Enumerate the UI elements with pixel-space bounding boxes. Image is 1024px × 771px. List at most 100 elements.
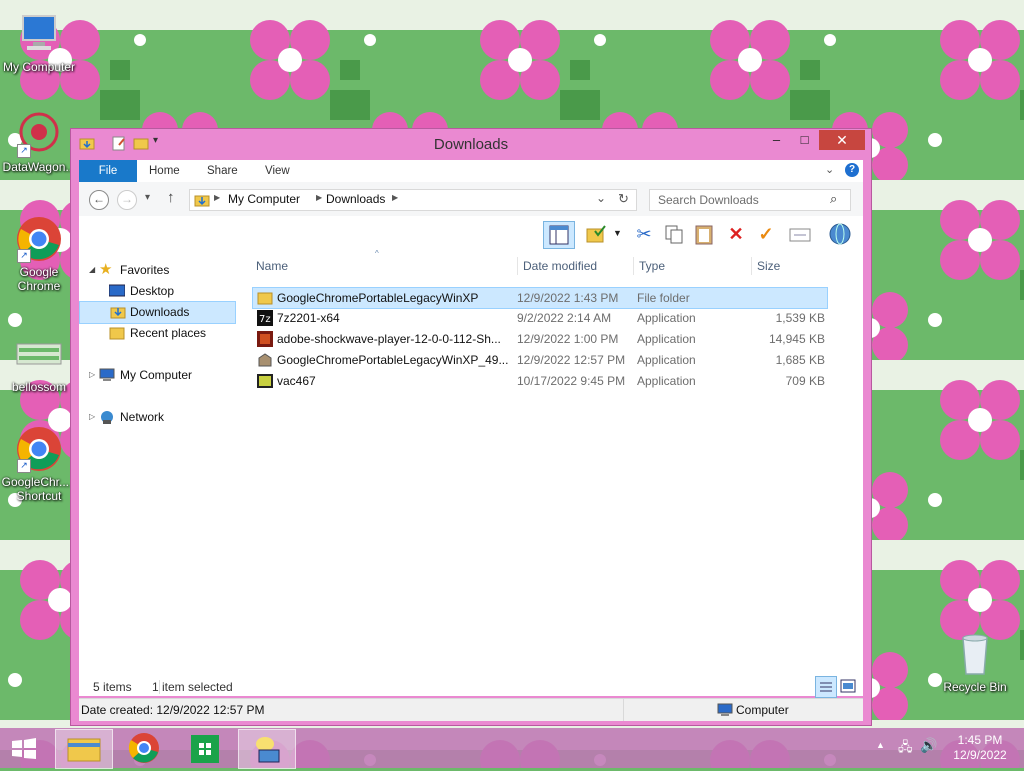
taskbar-store[interactable] (177, 729, 233, 767)
app-icon (256, 737, 280, 763)
breadcrumb-downloads[interactable]: Downloads (326, 192, 385, 206)
details-view-icon[interactable] (815, 676, 837, 698)
svg-text:7z: 7z (259, 314, 271, 325)
desktop-icon-my-computer[interactable]: My Computer (0, 10, 78, 74)
vac-application-icon (257, 373, 273, 389)
recent-places-icon (109, 326, 125, 340)
nav-favorites[interactable]: ★ Favorites (99, 260, 169, 281)
forward-button[interactable]: → (117, 190, 137, 210)
tab-home[interactable]: Home (135, 160, 194, 182)
expand-arrow-icon[interactable]: ▷ (89, 412, 95, 421)
large-icons-view-icon[interactable] (839, 677, 857, 695)
close-button[interactable]: ✕ (819, 130, 865, 150)
cut-icon[interactable]: ✂ (631, 221, 657, 247)
nav-downloads[interactable]: Downloads (79, 301, 236, 324)
breadcrumb-my-computer[interactable]: My Computer (228, 192, 300, 206)
file-type: Application (637, 374, 696, 388)
minimize-button[interactable]: – (763, 130, 790, 150)
recycle-bin-icon (951, 630, 999, 678)
select-checkmark-icon[interactable]: ✓ (753, 221, 779, 247)
chevron-right-icon: ▶ (316, 193, 323, 202)
paste-icon[interactable] (691, 221, 717, 247)
shortcut-arrow-icon: ↗ (17, 144, 31, 158)
search-placeholder: Search Downloads (658, 193, 759, 207)
table-row[interactable]: adobe-shockwave-player-12-0-0-112-Sh... … (253, 329, 827, 349)
expand-ribbon-icon[interactable]: ⌄ (825, 163, 834, 176)
ribbon-tabs: File Home Share View ⌄ ? (79, 160, 863, 182)
address-bar[interactable]: ▶ My Computer ▶ Downloads ▶ ⌄ ↻ (189, 189, 637, 211)
system-clock[interactable]: 1:45 PM 12/9/2022 (940, 733, 1020, 763)
file-date: 12/9/2022 12:57 PM (517, 353, 626, 367)
desktop-icon-recycle-bin[interactable]: Recycle Bin (936, 630, 1014, 694)
taskbar-app[interactable] (238, 729, 296, 769)
desktop-icon-googlechrome-shortcut[interactable]: ↗ GoogleChr... - Shortcut (0, 425, 78, 503)
address-dropdown-icon[interactable]: ⌄ (596, 191, 606, 205)
desktop-icon-bellossom[interactable]: bellossom (0, 330, 78, 394)
search-input[interactable]: Search Downloads ⌕ (649, 189, 851, 211)
collapse-arrow-icon[interactable]: ◢ (89, 265, 95, 274)
back-button[interactable]: ← (89, 190, 109, 210)
nav-network[interactable]: Network (99, 407, 164, 428)
datawagon-icon: ↗ (15, 110, 63, 158)
details-divider (623, 699, 624, 721)
navigation-pane: ◢ ★ Favorites Desktop Downloads Recent p… (79, 252, 237, 670)
up-arrow-icon[interactable]: ↑ (167, 189, 175, 206)
search-icon[interactable]: ⌕ (830, 191, 837, 207)
taskbar-file-explorer[interactable] (55, 729, 113, 769)
desktop-icon-google-chrome[interactable]: ↗ Google Chrome (0, 215, 78, 293)
file-size: 14,945 KB (768, 332, 825, 346)
nav-my-computer[interactable]: My Computer (99, 365, 192, 386)
file-type: File folder (637, 291, 690, 305)
file-name: 7z2201-x64 (277, 311, 340, 325)
folder-check-icon[interactable] (583, 221, 609, 247)
expand-arrow-icon[interactable]: ▷ (89, 370, 95, 379)
copy-icon[interactable] (661, 221, 687, 247)
file-name: adobe-shockwave-player-12-0-0-112-Sh... (277, 332, 501, 346)
maximize-button[interactable]: □ (791, 130, 818, 150)
desktop-icon-label: Google Chrome (17, 265, 61, 293)
nav-label: Downloads (130, 305, 190, 319)
column-header-type[interactable]: Type (633, 257, 665, 275)
chevron-right-icon: ▶ (392, 193, 399, 202)
recent-locations-icon[interactable]: ▾ (145, 192, 150, 203)
table-row[interactable]: vac467 10/17/2022 9:45 PM Application 70… (253, 371, 827, 391)
tab-share[interactable]: Share (193, 160, 252, 182)
window-title: Downloads (433, 136, 509, 153)
table-row[interactable]: GoogleChromePortableLegacyWinXP_49.... 1… (253, 350, 827, 370)
show-hidden-icons-icon[interactable]: ▲ (876, 740, 885, 750)
file-name: vac467 (277, 374, 316, 388)
nav-desktop[interactable]: Desktop (108, 281, 174, 302)
nav-label: My Computer (120, 368, 193, 382)
table-row[interactable]: GoogleChromePortableLegacyWinXP 12/9/202… (252, 287, 828, 309)
network-globe-icon[interactable] (827, 221, 853, 247)
file-explorer-icon (67, 738, 101, 762)
rename-icon[interactable] (787, 221, 813, 247)
title-bar[interactable]: ▾ Downloads – □ ✕ (71, 129, 871, 159)
sort-ascending-icon: ^ (375, 249, 379, 258)
tab-file[interactable]: File (79, 160, 137, 182)
installer-package-icon (257, 352, 273, 368)
table-row[interactable]: 7z 7z2201-x64 9/2/2022 2:14 AM Applicati… (253, 308, 827, 328)
column-header-name[interactable]: Name (256, 257, 288, 275)
refresh-icon[interactable]: ↻ (618, 191, 629, 207)
help-icon[interactable]: ? (845, 163, 859, 177)
tab-view[interactable]: View (251, 160, 304, 182)
network-status-icon[interactable]: 🖧 (898, 738, 913, 760)
nav-recent-places[interactable]: Recent places (109, 323, 206, 344)
status-bar: 5 items 1 item selected (79, 670, 863, 698)
start-button[interactable] (0, 729, 48, 767)
taskbar-chrome[interactable] (116, 729, 172, 767)
desktop-icon-label: bellossom (11, 380, 67, 394)
preview-pane-icon[interactable] (543, 221, 575, 249)
column-header-date[interactable]: Date modified (517, 257, 597, 275)
file-date: 12/9/2022 1:00 PM (517, 332, 619, 346)
shortcut-arrow-icon: ↗ (17, 249, 31, 263)
volume-icon[interactable]: 🔊 (920, 737, 937, 754)
dropdown-icon[interactable]: ▼ (613, 228, 622, 238)
column-header-size[interactable]: Size (751, 257, 780, 275)
desktop-icon-datawagon[interactable]: ↗ DataWagon... (0, 110, 78, 174)
clock-time: 1:45 PM (957, 733, 1003, 747)
computer-icon (99, 368, 115, 382)
file-name: GoogleChromePortableLegacyWinXP (277, 291, 479, 305)
delete-icon[interactable]: ✕ (723, 221, 749, 247)
